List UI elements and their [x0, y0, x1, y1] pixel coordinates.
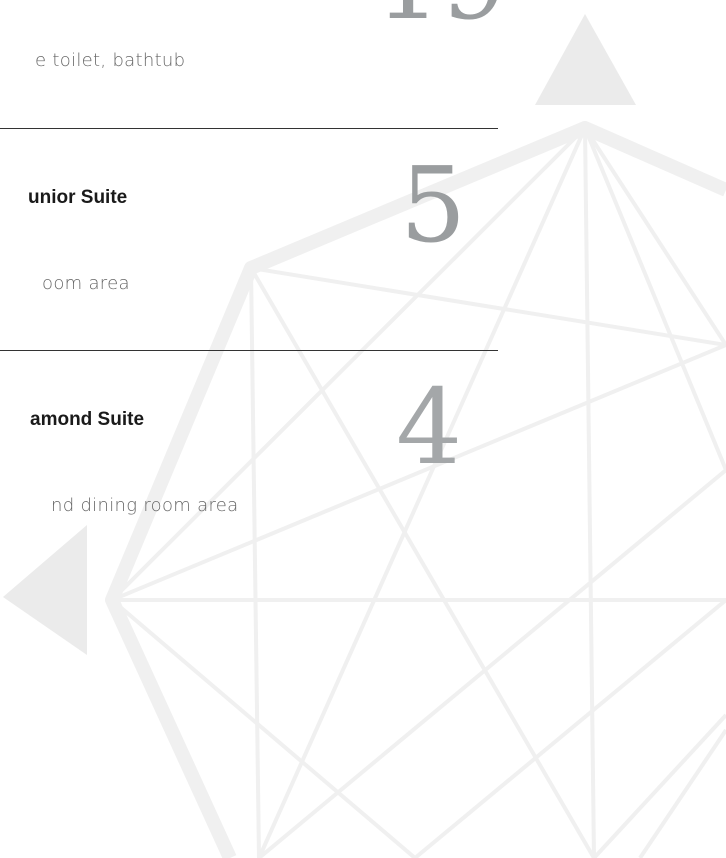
- room-row: unior Suite oom area 5: [0, 128, 498, 351]
- room-description: oom area: [42, 273, 130, 294]
- room-row: amond Suite nd dining room area 4: [0, 350, 498, 573]
- room-count: 4: [396, 366, 463, 488]
- room-count: 5: [400, 144, 467, 266]
- room-list-page: e toilet, bathtub 19 unior Suite oom are…: [0, 0, 726, 858]
- room-name: amond Suite: [30, 409, 145, 430]
- room-row: e toilet, bathtub 19: [0, 0, 507, 128]
- room-name: unior Suite: [28, 187, 128, 208]
- room-description: e toilet, bathtub: [35, 50, 186, 71]
- top-triangle-icon: [535, 14, 636, 105]
- room-count: 19: [375, 0, 507, 34]
- room-description: nd dining room area: [51, 495, 239, 516]
